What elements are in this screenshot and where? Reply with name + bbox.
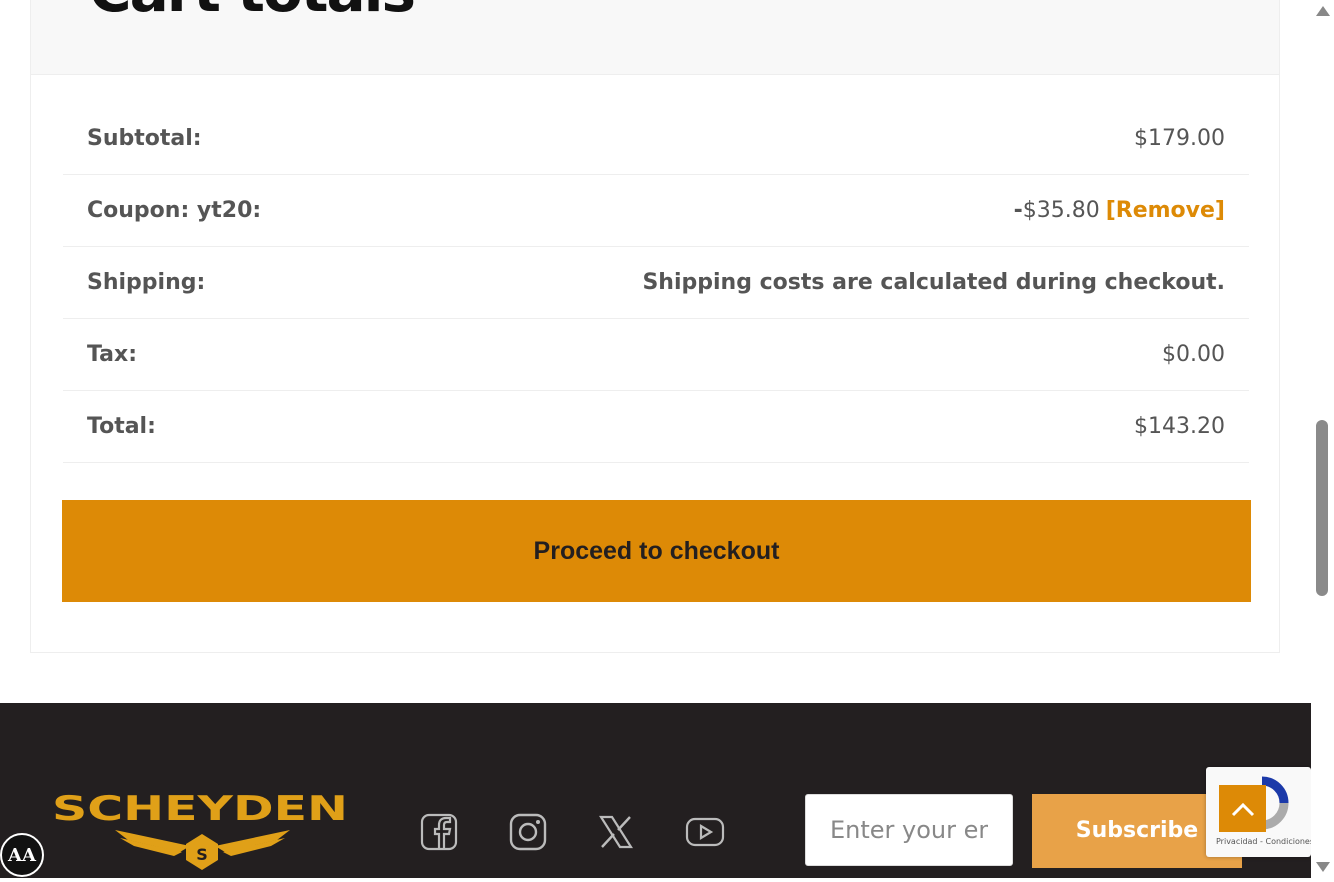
newsletter-email-input[interactable] (805, 794, 1013, 866)
coupon-value: $35.80 (1022, 198, 1100, 223)
scroll-to-top-button[interactable] (1219, 785, 1266, 832)
subtotal-value: $179.00 (1134, 126, 1225, 151)
page: Cart totals Subtotal: $179.00 Coupon: yt… (0, 0, 1314, 878)
tax-value: $0.00 (1162, 342, 1225, 367)
tax-label: Tax: (87, 342, 138, 367)
shipping-label: Shipping: (87, 270, 206, 295)
x-icon[interactable] (595, 811, 637, 853)
cart-totals-title: Cart totals (89, 0, 416, 25)
footer: SCHEYDEN S Subscribe (0, 703, 1311, 878)
proceed-to-checkout-button[interactable]: Proceed to checkout (62, 500, 1251, 602)
coupon-label: Coupon: yt20: (87, 198, 262, 223)
recaptcha-terms[interactable]: Privacidad - Condiciones (1216, 837, 1314, 846)
shipping-row: Shipping: Shipping costs are calculated … (63, 247, 1249, 319)
coupon-minus-sign: - (1013, 198, 1023, 223)
logo-letter: S (196, 845, 208, 864)
facebook-icon[interactable] (418, 811, 460, 853)
shipping-value: Shipping costs are calculated during che… (642, 270, 1225, 295)
total-row: Total: $143.20 (63, 391, 1249, 463)
scrollbar-thumb[interactable] (1316, 420, 1328, 596)
subtotal-row: Subtotal: $179.00 (63, 103, 1249, 175)
coupon-row: Coupon: yt20: -$35.80 [Remove] (63, 175, 1249, 247)
cart-totals-header: Cart totals (31, 0, 1279, 75)
scheyden-logo[interactable]: SCHEYDEN S (50, 786, 355, 878)
scroll-down-arrow-icon[interactable] (1316, 862, 1330, 872)
vertical-scrollbar[interactable] (1311, 0, 1334, 878)
totals-table: Subtotal: $179.00 Coupon: yt20: -$35.80[… (63, 103, 1249, 463)
total-value: $143.20 (1134, 414, 1225, 439)
logo-wordmark: SCHEYDEN (52, 789, 348, 829)
youtube-icon[interactable] (684, 811, 726, 853)
remove-coupon-link[interactable]: [Remove] (1106, 198, 1225, 223)
cart-totals-panel: Cart totals Subtotal: $179.00 Coupon: yt… (30, 0, 1280, 653)
scroll-up-arrow-icon[interactable] (1316, 6, 1330, 16)
accessibility-button[interactable]: AA (0, 833, 44, 877)
subtotal-label: Subtotal: (87, 126, 202, 151)
coupon-value-group: -$35.80 [Remove] (1014, 198, 1225, 223)
total-label: Total: (87, 414, 156, 439)
instagram-icon[interactable] (507, 811, 549, 853)
tax-row: Tax: $0.00 (63, 319, 1249, 391)
chevron-up-icon (1231, 802, 1254, 816)
